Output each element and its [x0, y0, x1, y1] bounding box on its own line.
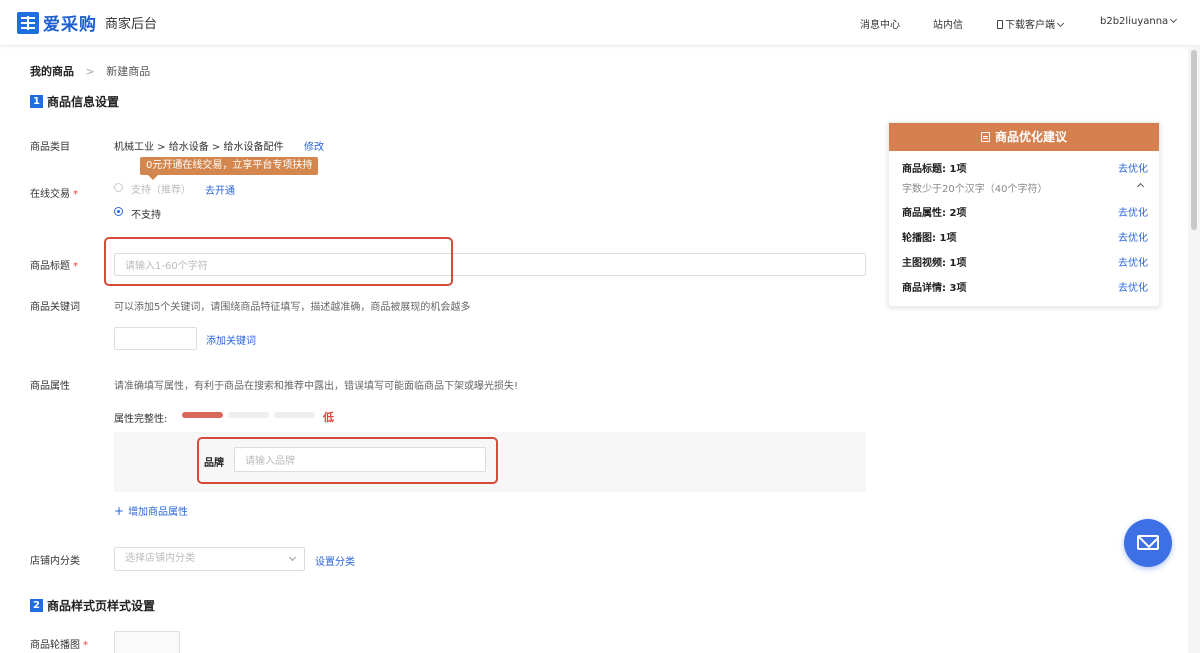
completeness-segment-1: [182, 412, 223, 418]
plus-icon: +: [114, 504, 125, 518]
keyword-input[interactable]: [114, 327, 197, 350]
category-edit-link[interactable]: 修改: [304, 138, 324, 153]
logo[interactable]: 爱采购 商家后台: [17, 10, 157, 35]
online-trade-label-text: 在线交易: [30, 189, 70, 200]
radio-support[interactable]: [114, 183, 123, 192]
floating-message-button[interactable]: [1124, 519, 1172, 567]
scrollbar-thumb[interactable]: [1191, 50, 1197, 230]
completeness-segment-2: [228, 412, 269, 418]
optimize-detail-link[interactable]: 去优化: [1118, 279, 1148, 294]
nav-download-label: 下载客户端: [1005, 20, 1055, 31]
category-label: 商品类目: [30, 142, 70, 153]
suggestion-attr-label: 商品属性: 2项: [902, 208, 967, 219]
add-attribute-label: 增加商品属性: [128, 507, 189, 518]
add-attribute-link[interactable]: + 增加商品属性: [114, 503, 188, 518]
suggestion-attr-row: 商品属性: 2项 去优化: [902, 204, 1148, 219]
suggestion-title-row: 商品标题: 1项 去优化: [902, 160, 1148, 175]
chevron-down-icon: [1170, 15, 1178, 24]
breadcrumb: 我的商品 > 新建商品: [30, 63, 150, 79]
optimization-suggestions-panel: 商品优化建议 商品标题: 1项 去优化 字数少于20个汉字（40个字符） 商品属…: [888, 122, 1160, 307]
store-category-label: 店铺内分类: [30, 556, 80, 567]
suggestion-carousel-label: 轮播图: 1项: [902, 233, 957, 244]
chevron-down-icon: [1056, 19, 1065, 28]
suggestion-title-label: 商品标题: 1项: [902, 164, 967, 175]
chevron-down-icon: [288, 553, 297, 562]
add-keyword-link[interactable]: 添加关键词: [206, 332, 256, 347]
logo-text: 爱采购: [43, 15, 97, 35]
open-online-trade-link[interactable]: 去开通: [205, 182, 235, 197]
optimize-title-link[interactable]: 去优化: [1118, 160, 1148, 175]
suggestion-video-row: 主图视频: 1项 去优化: [902, 254, 1148, 269]
nav-inbox[interactable]: 站内信: [933, 16, 963, 31]
chevron-up-icon[interactable]: [1136, 182, 1145, 191]
section-title-text: 商品样式页样式设置: [47, 599, 156, 613]
suggestion-detail-row: 商品详情: 3项 去优化: [902, 279, 1148, 294]
section-number-badge: 2: [30, 599, 43, 612]
suggestion-detail-label: 商品详情: 3项: [902, 283, 967, 294]
logo-subtitle: 商家后台: [105, 17, 158, 32]
required-mark: *: [73, 261, 78, 272]
attributes-hint: 请准确填写属性，有利于商品在搜索和推荐中露出，错误填写可能面临商品下架或曝光损失…: [114, 381, 519, 392]
store-category-select[interactable]: 选择店铺内分类: [114, 547, 305, 571]
product-title-label: 商品标题 *: [30, 257, 78, 272]
phone-icon: [997, 20, 1003, 29]
radio-support-label: 支持（推荐）: [131, 185, 191, 196]
suggestions-header: 商品优化建议: [889, 123, 1159, 151]
nav-user-menu[interactable]: b2b2liuyanna: [1100, 15, 1178, 27]
online-trade-label: 在线交易 *: [30, 185, 78, 200]
nav-messages[interactable]: 消息中心: [860, 16, 900, 31]
breadcrumb-current: 新建商品: [106, 65, 151, 78]
section-title-style: 2 商品样式页样式设置: [30, 597, 155, 614]
radio-not-support[interactable]: [114, 207, 123, 216]
carousel-upload-box[interactable]: [114, 631, 180, 653]
mail-icon: [1137, 535, 1159, 550]
optimize-carousel-link[interactable]: 去优化: [1118, 229, 1148, 244]
nav-download-client[interactable]: 下载客户端: [997, 16, 1065, 31]
section-title-info: 1 商品信息设置: [30, 93, 119, 110]
section-title-text: 商品信息设置: [47, 95, 120, 109]
set-category-link[interactable]: 设置分类: [315, 553, 355, 568]
required-mark: *: [73, 189, 78, 200]
completeness-level: 低: [323, 411, 334, 424]
category-value: 机械工业 > 给水设备 > 给水设备配件: [114, 142, 284, 153]
logo-mark-icon: [17, 11, 39, 34]
suggestion-carousel-row: 轮播图: 1项 去优化: [902, 229, 1148, 244]
completeness-label: 属性完整性:: [114, 414, 168, 425]
store-category-placeholder: 选择店铺内分类: [125, 553, 195, 564]
product-title-label-text: 商品标题: [30, 261, 70, 272]
brand-input[interactable]: 请输入品牌: [234, 447, 486, 472]
section-number-badge: 1: [30, 95, 43, 108]
optimize-video-link[interactable]: 去优化: [1118, 254, 1148, 269]
required-mark: *: [83, 640, 88, 651]
radio-not-support-label: 不支持: [131, 210, 161, 221]
attributes-label: 商品属性: [30, 381, 70, 392]
carousel-label-text: 商品轮播图: [30, 640, 80, 651]
keywords-hint: 可以添加5个关键词，请围绕商品特征填写，描述越准确，商品被展现的机会越多: [114, 302, 471, 313]
optimize-attr-link[interactable]: 去优化: [1118, 204, 1148, 219]
online-trade-tooltip: 0元开通在线交易，立享平台专项扶持: [140, 157, 319, 180]
suggestions-title: 商品优化建议: [994, 130, 1067, 144]
username: b2b2liuyanna: [1100, 16, 1169, 27]
attribute-panel: [114, 432, 866, 492]
breadcrumb-separator-icon: >: [85, 65, 95, 78]
keywords-label: 商品关键词: [30, 302, 80, 313]
suggestion-video-label: 主图视频: 1项: [902, 258, 967, 269]
breadcrumb-my-products[interactable]: 我的商品: [30, 65, 74, 78]
page-scrollbar[interactable]: [1188, 46, 1200, 653]
document-icon: [980, 132, 990, 142]
carousel-label: 商品轮播图 *: [30, 636, 88, 651]
brand-label: 品牌: [204, 458, 224, 469]
product-title-input[interactable]: 请输入1-60个字符: [114, 253, 866, 276]
top-header: 爱采购 商家后台 消息中心 站内信 下载客户端 b2b2liuyanna: [0, 0, 1200, 46]
completeness-segment-3: [274, 412, 315, 418]
suggestion-title-detail: 字数少于20个汉字（40个字符）: [902, 184, 1048, 195]
